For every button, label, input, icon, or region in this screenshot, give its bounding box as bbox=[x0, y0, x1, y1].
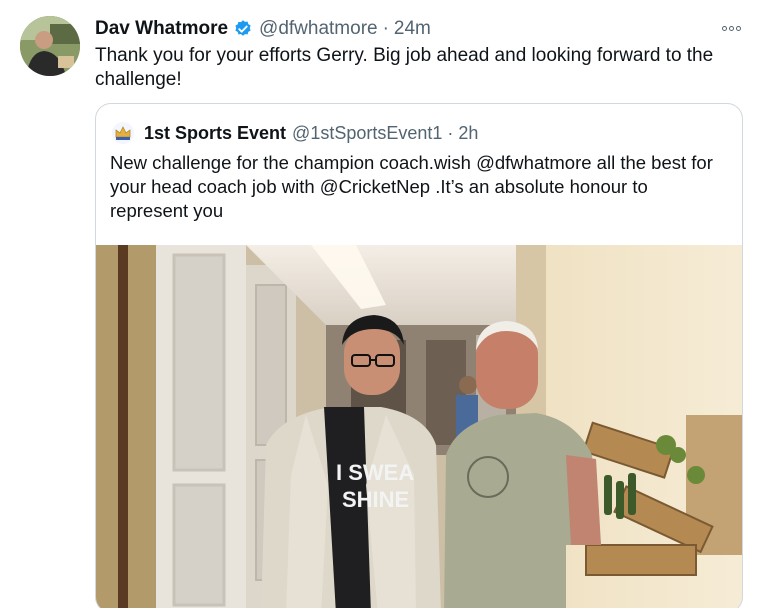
quoted-author-handle: @1stSportsEvent1 bbox=[292, 122, 443, 143]
quoted-tweet-text: New challenge for the champion coach.wis… bbox=[110, 152, 713, 221]
shirt-text-line1: I SWEA bbox=[336, 460, 414, 485]
author-name[interactable]: Dav Whatmore bbox=[95, 18, 228, 40]
quoted-tweet-timestamp: 2h bbox=[458, 122, 479, 143]
tweet[interactable]: Dav Whatmore @dfwhatmore · 24m Thank you… bbox=[0, 0, 768, 608]
verified-badge-icon bbox=[233, 19, 253, 39]
quoted-author-name: 1st Sports Event bbox=[144, 122, 287, 143]
quoted-tweet-header: 1st Sports Event @1stSportsEvent1 · 2h bbox=[112, 121, 478, 145]
author-avatar[interactable] bbox=[20, 16, 80, 76]
photo-two-men-in-hallway: I SWEA SHINE bbox=[96, 245, 742, 608]
quoted-separator-dot: · bbox=[447, 122, 454, 143]
author-handle[interactable]: @dfwhatmore bbox=[259, 18, 378, 40]
tweet-timestamp[interactable]: 24m bbox=[394, 18, 431, 40]
tweet-header: Dav Whatmore @dfwhatmore · 24m bbox=[95, 16, 431, 42]
quoted-author-avatar[interactable] bbox=[112, 122, 134, 144]
separator-dot: · bbox=[382, 18, 389, 39]
shirt-text-line2: SHINE bbox=[342, 487, 409, 512]
crown-logo-icon bbox=[115, 126, 131, 140]
quoted-tweet-photo[interactable]: I SWEA SHINE bbox=[96, 245, 742, 608]
tweet-text: Thank you for your efforts Gerry. Big jo… bbox=[95, 45, 714, 90]
more-options-icon[interactable] bbox=[716, 18, 746, 38]
quoted-tweet[interactable]: 1st Sports Event @1stSportsEvent1 · 2h N… bbox=[95, 103, 743, 608]
avatar-image bbox=[20, 16, 80, 76]
